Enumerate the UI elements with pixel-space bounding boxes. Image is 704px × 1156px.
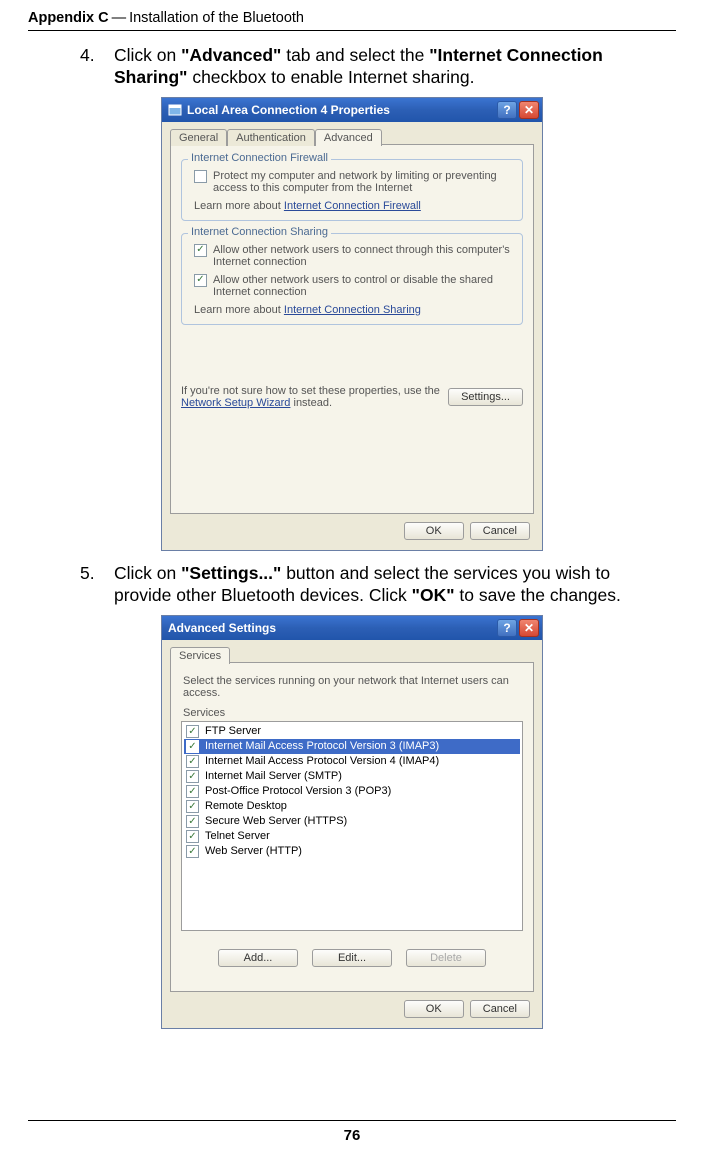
checkbox-label: Allow other network users to connect thr…	[213, 244, 514, 268]
service-name: Secure Web Server (HTTPS)	[205, 815, 347, 827]
close-button[interactable]: ✕	[519, 101, 539, 119]
delete-button[interactable]: Delete	[406, 949, 486, 967]
header-sep: —	[109, 10, 130, 26]
titlebar[interactable]: Advanced Settings ? ✕	[162, 616, 542, 640]
footer-rule	[28, 1120, 676, 1121]
service-row[interactable]: ✓ Internet Mail Access Protocol Version 3…	[184, 739, 520, 754]
group-legend: Internet Connection Sharing	[188, 226, 331, 238]
dialog-title: Local Area Connection 4 Properties	[187, 103, 390, 117]
service-checkbox[interactable]: ✓	[186, 830, 199, 843]
service-row[interactable]: ✓ Post-Office Protocol Version 3 (POP3)	[184, 784, 520, 799]
tab-advanced[interactable]: Advanced	[315, 129, 382, 146]
service-name: Remote Desktop	[205, 800, 287, 812]
properties-dialog: Local Area Connection 4 Properties ? ✕ G…	[161, 97, 543, 551]
checkbox-label: Allow other network users to control or …	[213, 274, 514, 298]
group-firewall: Internet Connection Firewall Protect my …	[181, 159, 523, 221]
service-checkbox[interactable]: ✓	[186, 845, 199, 858]
advanced-settings-dialog: Advanced Settings ? ✕ Services Select th…	[161, 615, 543, 1029]
services-description: Select the services running on your netw…	[183, 675, 521, 699]
tab-strip: General Authentication Advanced	[170, 128, 534, 145]
titlebar[interactable]: Local Area Connection 4 Properties ? ✕	[162, 98, 542, 122]
service-name: Internet Mail Access Protocol Version 4 …	[205, 755, 439, 767]
learn-more-row: Learn more about Internet Connection Fir…	[194, 200, 514, 212]
dialog-button-row: OK Cancel	[170, 514, 534, 542]
tab-general[interactable]: General	[170, 129, 227, 146]
page-header: Appendix C—Installation of the Bluetooth	[28, 10, 676, 30]
step-number: 5.	[80, 563, 114, 607]
help-button[interactable]: ?	[497, 619, 517, 637]
checkbox-firewall-protect[interactable]	[194, 170, 207, 183]
tab-services[interactable]: Services	[170, 647, 230, 664]
tab-authentication[interactable]: Authentication	[227, 129, 315, 146]
service-name: Telnet Server	[205, 830, 270, 842]
service-checkbox[interactable]: ✓	[186, 725, 199, 738]
service-name: FTP Server	[205, 725, 261, 737]
service-checkbox[interactable]: ✓	[186, 785, 199, 798]
help-button[interactable]: ?	[497, 101, 517, 119]
step-body: Click on "Advanced" tab and select the "…	[114, 45, 666, 89]
checkbox-allow-control[interactable]: ✓	[194, 274, 207, 287]
appendix-label: Appendix C	[28, 10, 109, 26]
service-row[interactable]: ✓ Remote Desktop	[184, 799, 520, 814]
service-checkbox[interactable]: ✓	[186, 755, 199, 768]
tab-strip: Services	[170, 646, 534, 663]
service-row[interactable]: ✓ Internet Mail Server (SMTP)	[184, 769, 520, 784]
service-row[interactable]: ✓ Telnet Server	[184, 829, 520, 844]
service-name: Internet Mail Access Protocol Version 3 …	[205, 740, 439, 752]
service-name: Web Server (HTTP)	[205, 845, 302, 857]
group-sharing: Internet Connection Sharing ✓ Allow othe…	[181, 233, 523, 325]
service-checkbox[interactable]: ✓	[186, 800, 199, 813]
service-name: Internet Mail Server (SMTP)	[205, 770, 342, 782]
service-row[interactable]: ✓ Web Server (HTTP)	[184, 844, 520, 859]
tab-panel-services: Select the services running on your netw…	[170, 662, 534, 992]
link-sharing[interactable]: Internet Connection Sharing	[284, 304, 421, 316]
checkbox-label: Protect my computer and network by limit…	[213, 170, 514, 194]
close-button[interactable]: ✕	[519, 619, 539, 637]
settings-button[interactable]: Settings...	[448, 388, 523, 406]
step-number: 4.	[80, 45, 114, 89]
service-name: Post-Office Protocol Version 3 (POP3)	[205, 785, 391, 797]
learn-more-row: Learn more about Internet Connection Sha…	[194, 304, 514, 316]
group-legend: Internet Connection Firewall	[188, 152, 331, 164]
service-checkbox[interactable]: ✓	[186, 815, 199, 828]
window-icon	[168, 103, 182, 117]
link-wizard[interactable]: Network Setup Wizard	[181, 397, 290, 409]
step-body: Click on "Settings..." button and select…	[114, 563, 666, 607]
service-checkbox[interactable]: ✓	[186, 740, 199, 753]
hint-text: If you're not sure how to set these prop…	[181, 385, 440, 409]
service-checkbox[interactable]: ✓	[186, 770, 199, 783]
ok-button[interactable]: OK	[404, 1000, 464, 1018]
service-row[interactable]: ✓ Internet Mail Access Protocol Version 4…	[184, 754, 520, 769]
add-button[interactable]: Add...	[218, 949, 298, 967]
dialog-title: Advanced Settings	[168, 621, 276, 635]
checkbox-allow-connect[interactable]: ✓	[194, 244, 207, 257]
cancel-button[interactable]: Cancel	[470, 1000, 530, 1018]
link-firewall[interactable]: Internet Connection Firewall	[284, 200, 421, 212]
cancel-button[interactable]: Cancel	[470, 522, 530, 540]
header-title: Installation of the Bluetooth	[129, 10, 304, 26]
tab-panel-advanced: Internet Connection Firewall Protect my …	[170, 144, 534, 514]
ok-button[interactable]: OK	[404, 522, 464, 540]
dialog-button-row: OK Cancel	[170, 992, 534, 1020]
header-rule	[28, 30, 676, 31]
services-listbox[interactable]: ✓ FTP Server ✓ Internet Mail Access Protoco…	[181, 721, 523, 931]
step-5: 5. Click on "Settings..." button and sel…	[80, 563, 666, 607]
services-label: Services	[183, 707, 521, 719]
step-4: 4. Click on "Advanced" tab and select th…	[80, 45, 666, 89]
service-row[interactable]: ✓ FTP Server	[184, 724, 520, 739]
service-row[interactable]: ✓ Secure Web Server (HTTPS)	[184, 814, 520, 829]
page-number: 76	[0, 1127, 704, 1144]
edit-button[interactable]: Edit...	[312, 949, 392, 967]
